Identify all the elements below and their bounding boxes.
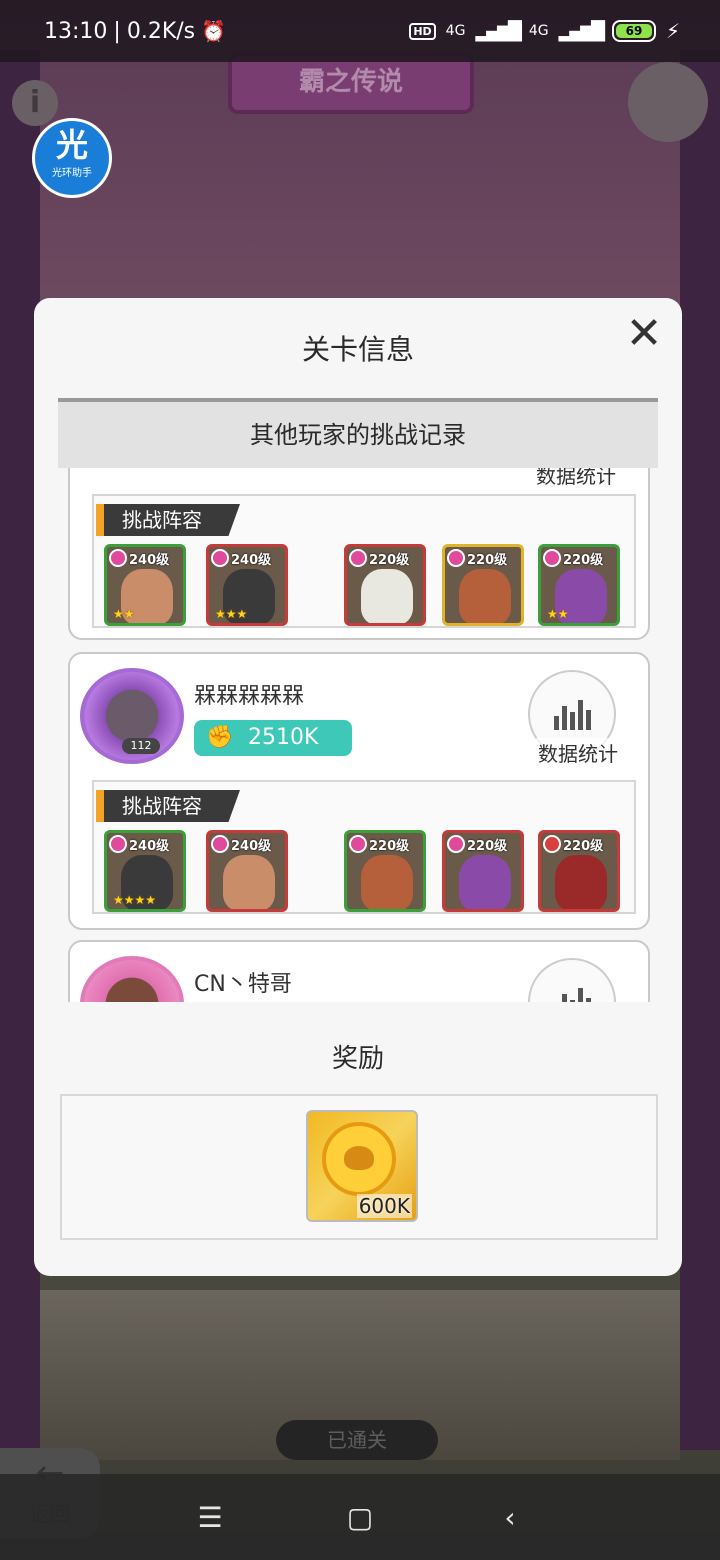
- avatar-level: 112: [122, 738, 160, 754]
- assistant-glyph: 光: [55, 126, 88, 164]
- signal-icon-2: ▂▄▆█: [558, 20, 605, 42]
- hero-portrait: [361, 855, 413, 909]
- hd-icon: HD: [409, 22, 436, 40]
- heart-icon: [543, 549, 561, 567]
- signal-icon-1: ▂▄▆█: [475, 20, 521, 42]
- power-value: 2510K: [248, 725, 319, 750]
- hero-portrait: [223, 855, 275, 909]
- alarm-icon: ⏰: [201, 19, 227, 43]
- stats-label[interactable]: 数据统计: [536, 738, 620, 767]
- coin-icon: [322, 1122, 396, 1196]
- record-card: CN丶特哥: [68, 940, 650, 1002]
- records-list[interactable]: 数据统计 挑战阵容 240级 ★★ 240级 ★★★ 220级 220级 220…: [58, 468, 658, 1002]
- home-icon[interactable]: ▢: [330, 1498, 390, 1538]
- hero-level: 220级: [369, 553, 410, 568]
- hero-card[interactable]: 220级: [344, 830, 426, 912]
- menu-icon[interactable]: ☰: [180, 1498, 240, 1538]
- record-card: 数据统计 挑战阵容 240级 ★★ 240级 ★★★ 220级 220级 220…: [68, 468, 650, 640]
- hero-card[interactable]: 220级: [442, 544, 524, 626]
- player-name: 槑槑槑槑槑: [194, 684, 305, 709]
- heart-icon: [109, 549, 127, 567]
- heart-icon: [211, 835, 229, 853]
- hero-card[interactable]: 220级 ★★: [538, 544, 620, 626]
- record-card: 112 槑槑槑槑槑 ✊ 2510K 数据统计 挑战阵容 240级 ★★★★ 24…: [68, 652, 650, 930]
- hero-level: 220级: [369, 839, 410, 854]
- hero-card[interactable]: 240级 ★★: [104, 544, 186, 626]
- battery-icon: 69: [611, 20, 656, 42]
- hero-level: 240级: [129, 839, 170, 854]
- hero-level: 240级: [231, 839, 272, 854]
- hero-card[interactable]: 240级 ★★★: [206, 544, 288, 626]
- fist-icon: ✊: [206, 725, 234, 750]
- hero-card[interactable]: 220级: [538, 830, 620, 912]
- lineup-label: 挑战阵容: [96, 790, 240, 822]
- status-separator: |: [113, 18, 121, 44]
- record-header: 112 槑槑槑槑槑 ✊ 2510K 数据统计: [70, 654, 648, 774]
- close-icon[interactable]: ✕: [624, 312, 664, 356]
- coin-emblem: [344, 1146, 374, 1170]
- assistant-badge[interactable]: 光 光环助手: [32, 118, 112, 198]
- hero-card[interactable]: 220级: [442, 830, 524, 912]
- reward-amount: 600K: [356, 1194, 412, 1218]
- hero-stars: ★★★: [215, 607, 248, 621]
- player-avatar[interactable]: [80, 956, 184, 1002]
- heart-icon: [349, 835, 367, 853]
- bar-chart-icon: [554, 700, 591, 730]
- hero-portrait: [361, 569, 413, 623]
- modal-title: 关卡信息: [301, 333, 414, 366]
- hero-card[interactable]: 240级 ★★★★: [104, 830, 186, 912]
- heart-icon: [447, 549, 465, 567]
- passed-button[interactable]: 已通关: [276, 1420, 438, 1460]
- assistant-name: 光环助手: [52, 168, 92, 179]
- hero-stars: ★★: [113, 607, 135, 621]
- heart-icon: [109, 835, 127, 853]
- hero-level: 240级: [129, 553, 170, 568]
- lineup-label: 挑战阵容: [96, 504, 240, 536]
- hero-portrait: [459, 569, 511, 623]
- player-avatar[interactable]: 112: [80, 668, 184, 764]
- background-stats-icon[interactable]: [628, 62, 708, 142]
- network-speed: 0.2K/s: [126, 18, 196, 44]
- back-nav-icon[interactable]: ‹: [480, 1498, 540, 1538]
- hero-card[interactable]: 220级: [344, 544, 426, 626]
- heart-icon: [211, 549, 229, 567]
- charging-icon: ⚡: [665, 19, 680, 43]
- status-bar: 13:10 | 0.2K/s ⏰ HD 4G ▂▄▆█ 4G ▂▄▆█ 69 ⚡: [0, 0, 720, 62]
- heart-icon: [349, 549, 367, 567]
- navigation-bar: ☰ ▢ ‹: [0, 1474, 720, 1560]
- reward-title: 奖励: [331, 1044, 384, 1074]
- info-icon[interactable]: i: [12, 80, 58, 126]
- lineup-box: 挑战阵容 240级 ★★★★ 240级 220级 220级 220级: [92, 780, 636, 914]
- stats-label[interactable]: 数据统计: [536, 468, 616, 489]
- heart-icon: [543, 835, 561, 853]
- stage-info-modal: 关卡信息 ✕ 其他玩家的挑战记录 数据统计 挑战阵容 240级 ★★ 240级 …: [34, 298, 682, 1276]
- hero-level: 220级: [563, 839, 604, 854]
- hero-card[interactable]: 240级: [206, 830, 288, 912]
- power-badge: ✊ 2510K: [194, 720, 352, 756]
- network-type-1: 4G: [445, 23, 466, 39]
- hero-stars: ★★★★: [113, 893, 157, 907]
- stats-button[interactable]: [528, 958, 616, 1002]
- status-right: HD 4G ▂▄▆█ 4G ▂▄▆█ 69 ⚡: [409, 19, 680, 43]
- records-tab[interactable]: 其他玩家的挑战记录: [58, 398, 658, 468]
- reward-coin-item[interactable]: 600K: [306, 1110, 418, 1222]
- network-type-2: 4G: [528, 23, 549, 39]
- heart-icon: [447, 835, 465, 853]
- lineup-box: 挑战阵容 240级 ★★ 240级 ★★★ 220级 220级 220级 ★★: [92, 494, 636, 628]
- hero-level: 220级: [467, 553, 508, 568]
- reward-box: 600K: [60, 1094, 658, 1240]
- clock: 13:10: [44, 18, 108, 44]
- hero-stars: ★★: [547, 607, 569, 621]
- background-frame-right: [680, 50, 720, 1450]
- battery-level: 69: [615, 24, 652, 38]
- hero-level: 220级: [467, 839, 508, 854]
- hero-portrait: [459, 855, 511, 909]
- hero-level: 220级: [563, 553, 604, 568]
- bar-chart-icon: [554, 988, 591, 1002]
- hero-level: 240级: [231, 553, 272, 568]
- hero-portrait: [555, 855, 607, 909]
- player-name: CN丶特哥: [194, 972, 292, 997]
- status-left: 13:10 | 0.2K/s ⏰: [44, 19, 226, 44]
